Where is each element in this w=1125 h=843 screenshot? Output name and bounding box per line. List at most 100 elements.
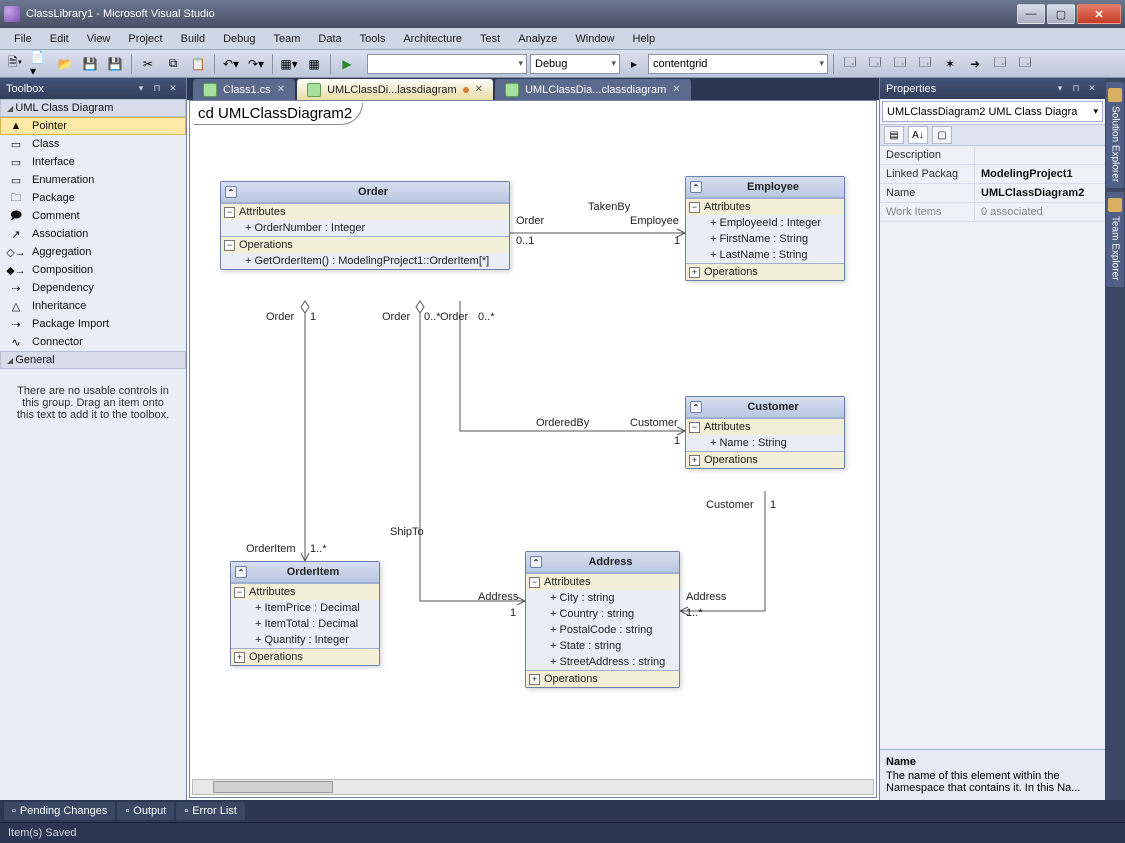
redo-button[interactable]: ↷▾ — [245, 53, 267, 75]
attribute[interactable]: + State : string — [526, 638, 679, 654]
toolbox-item-dependency[interactable]: ⇢Dependency — [0, 279, 186, 297]
horizontal-scrollbar[interactable] — [192, 779, 874, 795]
dock-tab-solution-explorer[interactable]: Solution Explorer — [1106, 82, 1124, 188]
toolbox-category[interactable]: General — [0, 351, 186, 369]
toggle-icon[interactable]: + — [234, 652, 245, 663]
document-tab[interactable]: Class1.cs✕ — [193, 79, 295, 100]
toggle-icon[interactable]: + — [529, 674, 540, 685]
cut-button[interactable]: ✂ — [137, 53, 159, 75]
bottom-tab-output[interactable]: ▫Output — [117, 802, 174, 820]
document-tab[interactable]: UMLClassDi...lassdiagram✕ — [297, 79, 493, 100]
dock-tab-team-explorer[interactable]: Team Explorer — [1106, 192, 1124, 286]
uml-class-customer[interactable]: ⌃Customer−Attributes+ Name : String+Oper… — [685, 396, 845, 469]
property-selector[interactable]: UMLClassDiagram2 UML Class Diagra — [882, 101, 1103, 122]
attribute[interactable]: + Country : string — [526, 606, 679, 622]
nav-back-button[interactable]: ▦▾ — [278, 53, 300, 75]
menu-team[interactable]: Team — [266, 31, 309, 47]
uml-class-employee[interactable]: ⌃Employee−Attributes+ EmployeeId : Integ… — [685, 176, 845, 281]
toolbox-category[interactable]: UML Class Diagram — [0, 99, 186, 117]
menu-build[interactable]: Build — [173, 31, 213, 47]
property-pages-button[interactable]: ▢ — [932, 126, 952, 144]
toolbox-item-association[interactable]: ↗Association — [0, 225, 186, 243]
menu-view[interactable]: View — [79, 31, 119, 47]
attribute[interactable]: + ItemTotal : Decimal — [231, 616, 379, 632]
toolbox-item-composition[interactable]: ◆→Composition — [0, 261, 186, 279]
panel-pin-icon[interactable]: ⊓ — [1069, 82, 1083, 96]
tool-btn-1[interactable]: 🗔 — [839, 53, 861, 75]
tool-btn-5[interactable]: ✶ — [939, 53, 961, 75]
menu-help[interactable]: Help — [625, 31, 664, 47]
toolbox-item-package-import[interactable]: ⇢Package Import — [0, 315, 186, 333]
menu-tools[interactable]: Tools — [352, 31, 394, 47]
undo-button[interactable]: ↶▾ — [220, 53, 242, 75]
toolbox-item-class[interactable]: ▭Class — [0, 135, 186, 153]
property-row[interactable]: Description — [880, 146, 1105, 165]
panel-menu-icon[interactable]: ▾ — [134, 82, 148, 96]
property-value[interactable] — [975, 146, 1105, 164]
find-combo[interactable]: contentgrid — [648, 54, 828, 74]
toolbox-item-enumeration[interactable]: ▭Enumeration — [0, 171, 186, 189]
tool-btn-3[interactable]: 🗔 — [889, 53, 911, 75]
panel-menu-icon[interactable]: ▾ — [1053, 82, 1067, 96]
property-value[interactable]: ModelingProject1 — [975, 165, 1105, 183]
property-row[interactable]: NameUMLClassDiagram2 — [880, 184, 1105, 203]
paste-button[interactable]: 📋 — [187, 53, 209, 75]
menu-architecture[interactable]: Architecture — [395, 31, 470, 47]
toggle-icon[interactable]: + — [689, 455, 700, 466]
attribute[interactable]: + ItemPrice : Decimal — [231, 600, 379, 616]
categorize-button[interactable]: ▤ — [884, 126, 904, 144]
tool-btn-6[interactable]: ➜ — [964, 53, 986, 75]
toolbox-header[interactable]: Toolbox ▾ ⊓ ✕ — [0, 78, 186, 99]
collapse-icon[interactable]: ⌃ — [530, 556, 542, 568]
sort-az-button[interactable]: A↓ — [908, 126, 928, 144]
tool-btn-4[interactable]: 🗔 — [914, 53, 936, 75]
toggle-icon[interactable]: + — [689, 267, 700, 278]
attribute[interactable]: + PostalCode : string — [526, 622, 679, 638]
menu-analyze[interactable]: Analyze — [510, 31, 565, 47]
collapse-icon[interactable]: ⌃ — [690, 181, 702, 193]
toolbox-item-comment[interactable]: 🗩Comment — [0, 207, 186, 225]
document-tab[interactable]: UMLClassDia...classdiagram✕ — [495, 79, 691, 100]
attribute[interactable]: + LastName : String — [686, 247, 844, 263]
save-button[interactable]: 💾 — [79, 53, 101, 75]
tab-close-icon[interactable]: ✕ — [475, 84, 483, 95]
attribute[interactable]: + OrderNumber : Integer — [221, 220, 509, 236]
property-value[interactable]: 0 associated — [975, 203, 1105, 221]
new-project-button[interactable]: 🗎▾ — [4, 53, 26, 75]
collapse-icon[interactable]: ⌃ — [690, 401, 702, 413]
start-debug-button[interactable]: ▶ — [336, 53, 358, 75]
save-all-button[interactable]: 💾 — [104, 53, 126, 75]
menu-debug[interactable]: Debug — [215, 31, 263, 47]
add-item-button[interactable]: 📄▾ — [29, 53, 51, 75]
toggle-icon[interactable]: − — [689, 202, 700, 213]
tab-close-icon[interactable]: ✕ — [672, 84, 680, 95]
config-combo[interactable]: Debug — [530, 54, 620, 74]
toolbox-item-package[interactable]: 🗀Package — [0, 189, 186, 207]
property-value[interactable]: UMLClassDiagram2 — [975, 184, 1105, 202]
menu-edit[interactable]: Edit — [42, 31, 77, 47]
attribute[interactable]: + StreetAddress : string — [526, 654, 679, 670]
bottom-tab-error-list[interactable]: ▫Error List — [176, 802, 245, 820]
attribute[interactable]: + EmployeeId : Integer — [686, 215, 844, 231]
open-button[interactable]: 📂 — [54, 53, 76, 75]
menu-test[interactable]: Test — [472, 31, 508, 47]
maximize-button[interactable]: ▢ — [1047, 4, 1075, 24]
toggle-icon[interactable]: − — [529, 577, 540, 588]
toolbox-item-aggregation[interactable]: ◇→Aggregation — [0, 243, 186, 261]
nav-fwd-button[interactable]: ▦ — [303, 53, 325, 75]
uml-class-order[interactable]: ⌃Order−Attributes+ OrderNumber : Integer… — [220, 181, 510, 270]
close-button[interactable]: ✕ — [1077, 4, 1121, 24]
bottom-tab-pending-changes[interactable]: ▫Pending Changes — [4, 802, 115, 820]
panel-pin-icon[interactable]: ⊓ — [150, 82, 164, 96]
toolbox-item-pointer[interactable]: ▲Pointer — [0, 117, 186, 135]
property-row[interactable]: Linked PackagModelingProject1 — [880, 165, 1105, 184]
attribute[interactable]: + FirstName : String — [686, 231, 844, 247]
collapse-icon[interactable]: ⌃ — [235, 566, 247, 578]
minimize-button[interactable]: — — [1017, 4, 1045, 24]
toolbox-item-interface[interactable]: ▭Interface — [0, 153, 186, 171]
properties-grid[interactable]: DescriptionLinked PackagModelingProject1… — [880, 146, 1105, 749]
menu-file[interactable]: File — [6, 31, 40, 47]
find-icon[interactable]: ▸ — [623, 53, 645, 75]
tab-close-icon[interactable]: ✕ — [277, 84, 285, 95]
property-row[interactable]: Work Items0 associated — [880, 203, 1105, 222]
